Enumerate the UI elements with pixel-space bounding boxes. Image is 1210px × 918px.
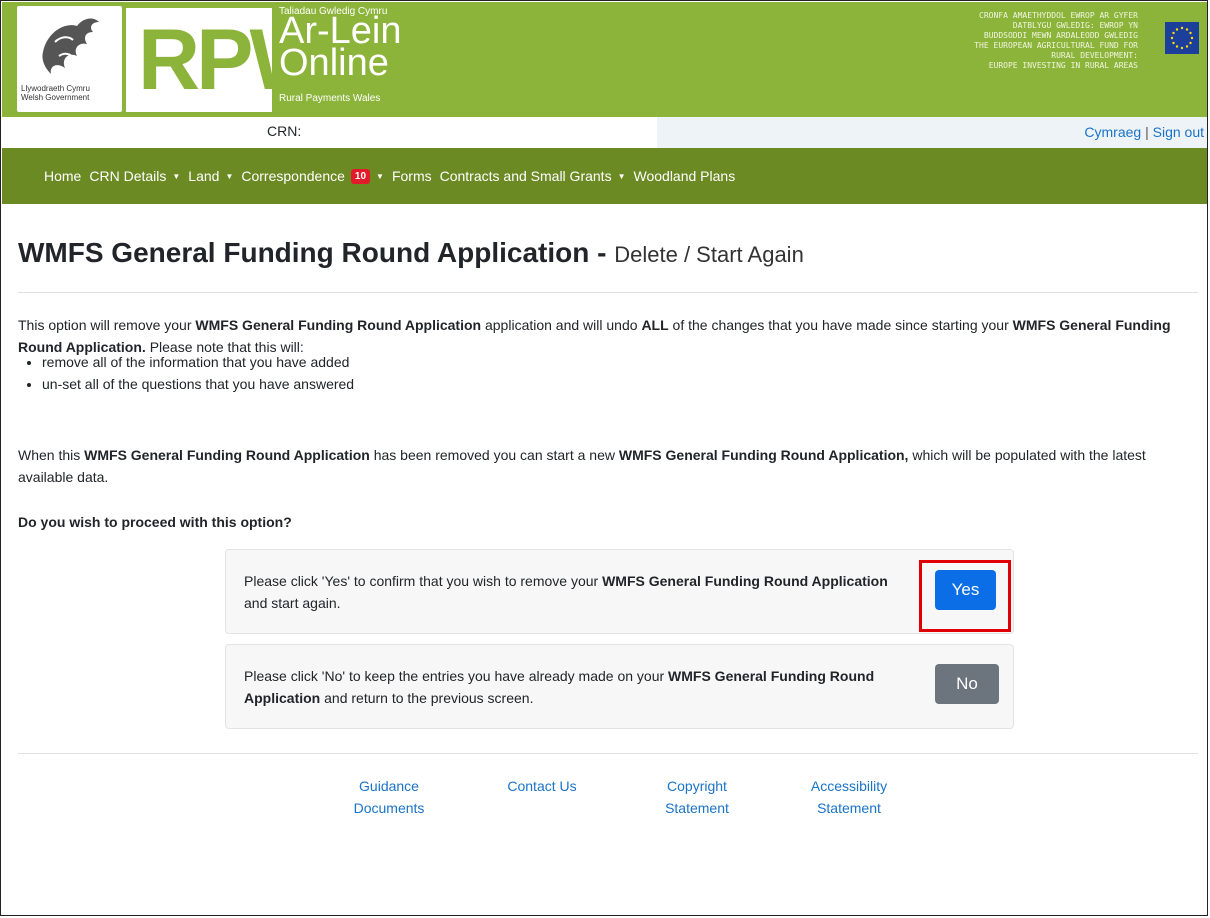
page-title: WMFS General Funding Round Application -… bbox=[18, 237, 804, 269]
caret-down-icon: ▼ bbox=[376, 171, 384, 181]
nav-item-woodland-plans[interactable]: Woodland Plans bbox=[634, 168, 736, 184]
main-navigation: Home CRN Details ▼ Land ▼ Correspondence… bbox=[2, 148, 1207, 204]
account-links: Cymraeg | Sign out bbox=[1084, 124, 1204, 140]
nav-item-forms[interactable]: Forms bbox=[392, 168, 432, 184]
crn-bar: CRN: Cymraeg | Sign out bbox=[2, 117, 1207, 148]
confirm-no-text: Please click 'No' to keep the entries yo… bbox=[244, 665, 904, 709]
intro-text: This option will remove your bbox=[18, 317, 196, 333]
eu-line: EUROPE INVESTING IN RURAL AREAS bbox=[988, 61, 1138, 70]
confirm-yes-text: Please click 'Yes' to confirm that you w… bbox=[244, 570, 904, 614]
footer-link-accessibility[interactable]: Accessibility Statement bbox=[794, 775, 904, 819]
intro-text: application and will undo bbox=[481, 317, 642, 333]
online-text: Online bbox=[279, 42, 389, 84]
caret-down-icon: ▼ bbox=[617, 171, 626, 181]
removed-bold: WMFS General Funding Round Application bbox=[84, 447, 370, 463]
gov-logo-line2: Welsh Government bbox=[21, 93, 90, 102]
list-item: un-set all of the questions that you hav… bbox=[42, 373, 354, 395]
no-text: Please click 'No' to keep the entries yo… bbox=[244, 668, 669, 684]
crn-label: CRN: bbox=[267, 123, 302, 139]
nav-item-home[interactable]: Home bbox=[44, 168, 81, 184]
no-button[interactable]: No bbox=[935, 664, 999, 704]
eu-line: THE EUROPEAN AGRICULTURAL FUND FOR bbox=[974, 41, 1138, 50]
removed-bold: WMFS General Funding Round Application, bbox=[618, 447, 909, 463]
unread-count-badge: 10 bbox=[350, 168, 371, 184]
eu-line: DATBLYGU GWLEDIG: EWROP YN bbox=[1012, 21, 1138, 30]
gov-logo-line1: Llywodraeth Cymru bbox=[21, 84, 90, 93]
nav-item-label: CRN Details bbox=[89, 168, 167, 184]
yes-bold: WMFS General Funding Round Application bbox=[602, 573, 888, 589]
confirm-yes-panel: Please click 'Yes' to confirm that you w… bbox=[225, 549, 1014, 634]
welsh-government-logo[interactable]: Llywodraeth Cymru Welsh Government bbox=[17, 6, 122, 112]
browser-frame: Llywodraeth Cymru Welsh Government RPW T… bbox=[0, 0, 1208, 916]
rpw-logo[interactable]: RPW bbox=[126, 8, 272, 112]
footer-link-guidance[interactable]: Guidance Documents bbox=[334, 775, 444, 819]
dragon-icon bbox=[42, 18, 99, 74]
site-header: Llywodraeth Cymru Welsh Government RPW T… bbox=[2, 2, 1207, 117]
highlight-box bbox=[919, 560, 1011, 632]
footer-link-copyright[interactable]: Copyright Statement bbox=[642, 775, 752, 819]
page-title-main: WMFS General Funding Round Application - bbox=[18, 237, 615, 268]
nav-item-label: Correspondence bbox=[241, 168, 345, 184]
nav-item-correspondence[interactable]: Correspondence 10 ▼ bbox=[241, 168, 384, 184]
list-item: remove all of the information that you h… bbox=[42, 351, 354, 373]
eu-line: CRONFA AMAETHYDDOL EWROP AR GYFER bbox=[979, 11, 1138, 20]
nav-item-land[interactable]: Land ▼ bbox=[188, 168, 233, 184]
eu-line: RURAL DEVELOPMENT: bbox=[1051, 51, 1138, 60]
nav-item-crn-details[interactable]: CRN Details ▼ bbox=[89, 168, 180, 184]
intro-bold: WMFS General Funding Round Application bbox=[195, 317, 482, 333]
sign-out-link[interactable]: Sign out bbox=[1153, 124, 1204, 140]
nav-item-label: Land bbox=[188, 168, 220, 184]
intro-bold: ALL bbox=[641, 317, 669, 333]
removed-paragraph: When this WMFS General Funding Round App… bbox=[18, 444, 1188, 488]
proceed-question: Do you wish to proceed with this option? bbox=[18, 514, 292, 530]
rural-payments-wales-text: Rural Payments Wales bbox=[279, 93, 381, 104]
gov-logo-text: Llywodraeth Cymru Welsh Government bbox=[21, 84, 119, 102]
page-subtitle: Delete / Start Again bbox=[614, 242, 804, 267]
yes-text: and start again. bbox=[244, 595, 341, 611]
cymraeg-link[interactable]: Cymraeg bbox=[1084, 124, 1141, 140]
footer-link-contact[interactable]: Contact Us bbox=[487, 775, 597, 797]
link-separator: | bbox=[1141, 124, 1153, 140]
nav-item-label: Contracts and Small Grants bbox=[439, 168, 612, 184]
intro-text: of the changes that you have made since … bbox=[668, 317, 1013, 333]
divider bbox=[18, 292, 1198, 293]
eu-line: BUDDSODDI MEWN ARDALEODD GWLEDIG bbox=[983, 31, 1138, 40]
removed-text: has been removed you can start a new bbox=[369, 447, 619, 463]
no-text: and return to the previous screen. bbox=[320, 690, 534, 706]
caret-down-icon: ▼ bbox=[225, 171, 234, 181]
divider bbox=[18, 753, 1198, 754]
removed-text: When this bbox=[18, 447, 85, 463]
arlein-online-title: Ar-Lein Online bbox=[279, 12, 402, 84]
yes-text: Please click 'Yes' to confirm that you w… bbox=[244, 573, 603, 589]
confirm-no-panel: Please click 'No' to keep the entries yo… bbox=[225, 644, 1014, 729]
nav-item-contracts[interactable]: Contracts and Small Grants ▼ bbox=[440, 168, 626, 184]
caret-down-icon: ▼ bbox=[172, 171, 181, 181]
eu-flag-icon bbox=[1165, 22, 1199, 54]
effects-list: remove all of the information that you h… bbox=[18, 351, 354, 395]
eu-fund-text: CRONFA AMAETHYDDOL EWROP AR GYFER DATBLY… bbox=[838, 11, 1138, 71]
